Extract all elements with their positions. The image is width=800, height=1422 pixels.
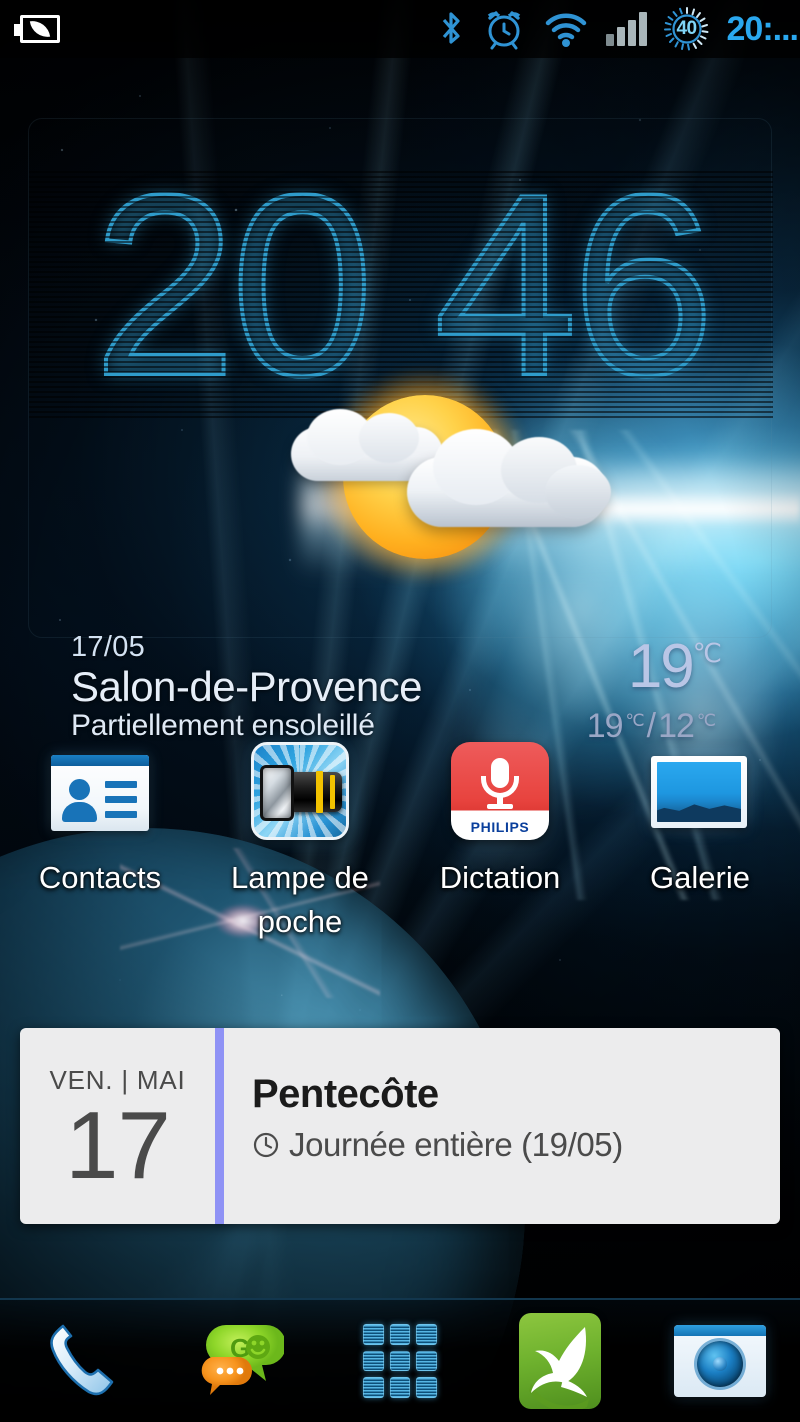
app-contacts[interactable]: Contacts xyxy=(0,742,200,944)
calendar-accent-bar xyxy=(215,1028,224,1224)
dock-go-sms[interactable]: G xyxy=(160,1321,320,1401)
philips-brand-label: PHILIPS xyxy=(470,819,530,835)
home-screen: 40 20:... 20 46 17/05 Salon-de-Provence … xyxy=(0,0,800,1422)
battery-saver-leaf-icon xyxy=(14,12,62,46)
temp-high-value: 19 xyxy=(586,707,624,745)
wifi-icon xyxy=(545,13,586,47)
dolphin-browser-icon xyxy=(519,1313,601,1409)
app-label: Contacts xyxy=(38,860,162,895)
weather-condition: Partiellement ensoleillé xyxy=(71,709,375,742)
temp-value: 19 xyxy=(627,632,695,701)
weather-temperature-range: 19 ℃ / 12 ℃ xyxy=(586,707,716,746)
calendar-event[interactable]: Pentecôte Journée entière (19/05) xyxy=(224,1028,780,1224)
temp-high-unit: ℃ xyxy=(625,711,645,730)
partly-sunny-icon xyxy=(287,365,627,595)
clock-weather-widget[interactable]: 20 46 17/05 Salon-de-Provence Partiellem… xyxy=(28,118,773,745)
app-icon-row: Contacts Lampe de poche PHILIPS Dictatio… xyxy=(0,742,800,944)
temp-low-value: 12 xyxy=(658,707,695,745)
status-bar[interactable]: 40 20:... xyxy=(0,0,800,58)
app-label: Galerie xyxy=(650,860,750,895)
weather-current-temperature: 19 ℃ xyxy=(627,631,722,702)
clock-icon xyxy=(253,1132,279,1158)
calendar-widget[interactable]: VEN. | MAI 17 Pentecôte Journée entière … xyxy=(20,1028,780,1224)
flashlight-icon xyxy=(251,742,349,840)
temp-unit: ℃ xyxy=(692,638,722,668)
calendar-day-number: 17 xyxy=(65,1092,171,1200)
calendar-event-title: Pentecôte xyxy=(252,1072,439,1116)
digital-clock: 20 46 xyxy=(29,140,773,429)
contacts-icon xyxy=(51,742,149,840)
app-dictation[interactable]: PHILIPS Dictation xyxy=(400,742,600,944)
alarm-clock-icon xyxy=(487,11,520,50)
clock-minutes: 46 xyxy=(432,140,717,429)
dock-camera[interactable] xyxy=(640,1325,800,1397)
app-label: Dictation xyxy=(439,860,561,895)
dock-bar: G xyxy=(0,1298,800,1422)
app-galerie[interactable]: Galerie xyxy=(600,742,800,944)
go-sms-icon: G xyxy=(196,1321,286,1401)
app-lampe-de-poche[interactable]: Lampe de poche xyxy=(200,742,400,944)
philips-dictation-icon: PHILIPS xyxy=(451,742,549,840)
phone-icon xyxy=(50,1324,114,1396)
status-bar-clock: 20:... xyxy=(726,12,798,46)
camera-icon xyxy=(674,1325,766,1397)
clock-hours: 20 xyxy=(91,140,376,429)
app-drawer-icon xyxy=(363,1324,437,1398)
temp-low-unit: ℃ xyxy=(696,711,716,730)
weather-city: Salon-de-Provence xyxy=(71,663,423,710)
battery-status-icon: 40 xyxy=(663,5,711,53)
gallery-icon xyxy=(651,742,749,840)
dock-phone[interactable] xyxy=(0,1322,160,1400)
weather-date: 17/05 xyxy=(71,631,146,663)
bluetooth-icon xyxy=(442,12,460,44)
battery-percent-label: 40 xyxy=(676,18,697,39)
dock-app-drawer[interactable] xyxy=(320,1324,480,1398)
calendar-date-block: VEN. | MAI 17 xyxy=(20,1028,215,1224)
calendar-event-time: Journée entière (19/05) xyxy=(289,1126,623,1163)
dock-dolphin-browser[interactable] xyxy=(480,1313,640,1409)
cellular-signal-icon xyxy=(605,12,647,46)
app-label: Lampe de poche xyxy=(231,860,369,940)
temp-range-separator: / xyxy=(646,707,657,745)
